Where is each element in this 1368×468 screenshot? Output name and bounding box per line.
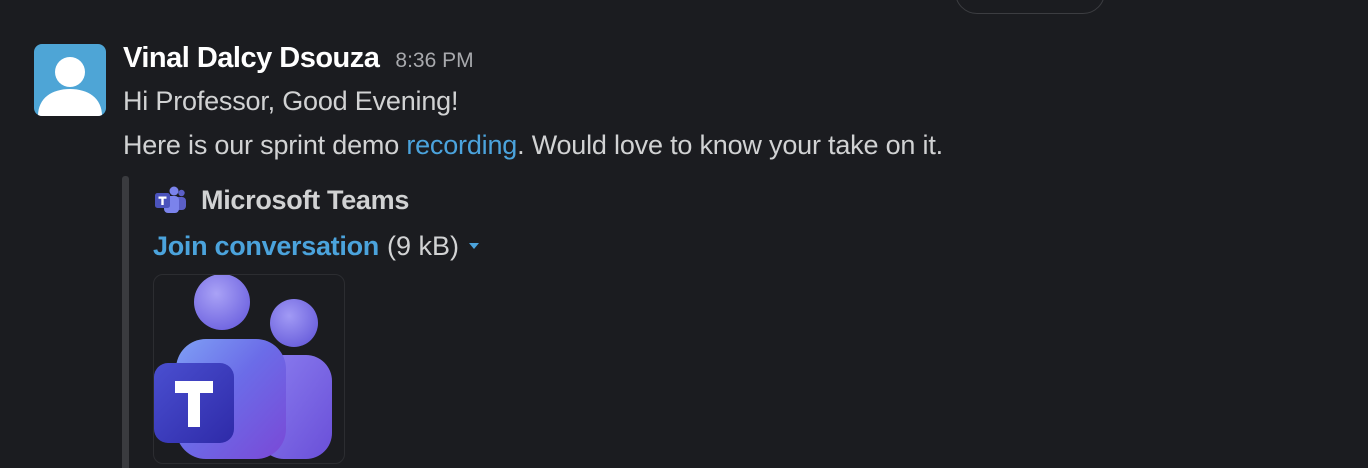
recording-link[interactable]: recording	[406, 130, 517, 160]
new-messages-pill[interactable]	[955, 0, 1105, 14]
message-view: Vinal Dalcy Dsouza 8:36 PM Hi Professor,…	[0, 0, 1368, 468]
message-line-1: Hi Professor, Good Evening!	[123, 86, 459, 116]
message-text: Here is our sprint demo	[123, 130, 407, 160]
user-silhouette-icon	[38, 57, 102, 116]
microsoft-teams-icon	[155, 186, 186, 213]
sender-name[interactable]: Vinal Dalcy Dsouza	[123, 42, 380, 75]
message-header: Vinal Dalcy Dsouza 8:36 PM	[123, 42, 474, 78]
attachment-title: Microsoft Teams	[201, 184, 410, 215]
chevron-down-icon[interactable]	[467, 239, 481, 253]
join-conversation-link[interactable]: Join conversation	[153, 231, 379, 262]
avatar[interactable]	[34, 44, 106, 116]
attachment-preview-image[interactable]	[153, 274, 345, 464]
attachment-header: Microsoft Teams	[153, 182, 409, 218]
message-line-2: Here is our sprint demo recording. Would…	[123, 130, 943, 161]
message-text: . Would love to know your take on it.	[517, 130, 943, 160]
attachment-accent-bar	[122, 176, 129, 468]
attachment-link-row: Join conversation (9 kB)	[153, 228, 481, 264]
timestamp[interactable]: 8:36 PM	[395, 49, 473, 73]
file-size: (9 kB)	[386, 230, 459, 261]
microsoft-teams-logo-icon	[154, 275, 332, 459]
